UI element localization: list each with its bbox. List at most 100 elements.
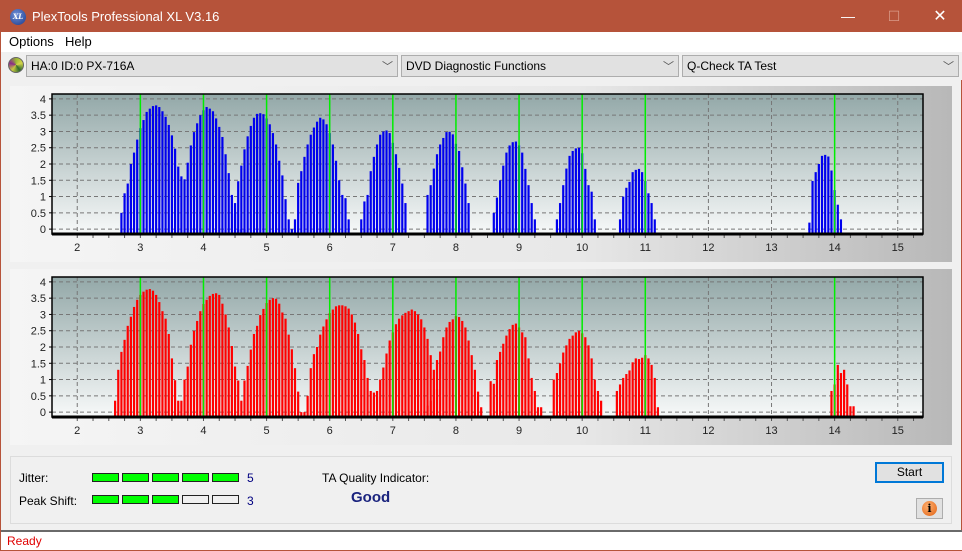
x-tick-label: 14	[829, 425, 841, 437]
bar	[360, 349, 363, 417]
y-tick-label: 1.5	[31, 358, 46, 370]
bar	[158, 302, 161, 417]
bar	[398, 167, 401, 234]
bar	[353, 322, 357, 417]
bar	[215, 118, 218, 234]
bar	[852, 406, 855, 417]
bar	[297, 182, 300, 234]
bar	[830, 170, 833, 234]
bar	[555, 373, 559, 417]
bar	[256, 113, 259, 234]
status-bar: Ready	[1, 530, 962, 550]
bar	[120, 212, 123, 234]
bar	[341, 194, 344, 234]
bar	[379, 379, 382, 417]
y-tick-label: 0.5	[31, 208, 46, 220]
bar	[574, 148, 577, 234]
bar	[843, 369, 846, 417]
function-group-select[interactable]: DVD Diagnostic Functions ﹀	[401, 55, 679, 77]
gauge-segment	[152, 495, 179, 504]
y-tick-label: 3.5	[31, 293, 46, 305]
bar	[309, 134, 312, 234]
bar	[618, 384, 622, 417]
bar	[271, 133, 275, 234]
start-button[interactable]: Start	[875, 462, 944, 483]
x-tick-label: 5	[264, 425, 270, 437]
bar	[398, 318, 401, 417]
bar	[385, 353, 388, 417]
bar	[527, 358, 530, 417]
bar	[243, 380, 246, 417]
bar	[325, 319, 328, 417]
bar	[568, 338, 571, 417]
device-select[interactable]: HA:0 ID:0 PX-716A ﹀	[26, 55, 398, 77]
bar	[628, 370, 631, 417]
bar	[145, 111, 148, 234]
jitter-label: Jitter:	[19, 471, 49, 485]
bar	[445, 327, 448, 417]
bar	[126, 183, 129, 234]
gauge-segment	[182, 495, 209, 504]
test-select[interactable]: Q-Check TA Test ﹀	[682, 55, 959, 77]
maximize-button[interactable]: ☐	[871, 1, 917, 32]
bar	[480, 407, 483, 417]
bar	[126, 325, 129, 417]
bar	[167, 124, 170, 234]
bar	[530, 377, 533, 417]
info-icon: i	[922, 501, 937, 516]
bar	[278, 303, 281, 417]
bar	[650, 364, 653, 417]
x-tick-label: 14	[829, 242, 841, 254]
bar	[319, 334, 322, 417]
bar	[372, 156, 375, 234]
bar	[432, 377, 435, 417]
x-tick-label: 12	[702, 425, 714, 437]
bar	[839, 219, 843, 234]
bar	[211, 111, 215, 234]
bar	[284, 199, 287, 234]
bar	[363, 360, 366, 417]
ta-quality-value: Good	[351, 489, 391, 506]
close-button[interactable]: ✕	[917, 1, 962, 32]
y-tick-label: 2	[40, 159, 46, 171]
y-tick-label: 0	[40, 224, 46, 236]
bar	[653, 219, 656, 234]
bar	[205, 107, 208, 234]
bar	[464, 327, 467, 417]
y-tick-label: 4	[40, 277, 46, 289]
bar	[562, 185, 565, 234]
bar	[587, 345, 590, 417]
bar	[170, 358, 174, 417]
bar	[600, 400, 603, 417]
bar	[290, 229, 293, 234]
bar	[394, 324, 398, 417]
bar	[435, 360, 439, 417]
bar	[274, 298, 278, 417]
bar	[306, 395, 309, 417]
bar	[293, 368, 297, 417]
minimize-button[interactable]: —	[825, 1, 871, 32]
bar	[290, 349, 293, 417]
info-button[interactable]: i	[916, 498, 943, 519]
bar	[808, 222, 811, 234]
bar	[246, 136, 249, 234]
menu-help[interactable]: Help	[65, 34, 92, 49]
bar	[577, 147, 581, 234]
x-tick-label: 15	[892, 242, 904, 254]
bar	[297, 391, 300, 417]
bar	[464, 183, 467, 234]
bar	[514, 141, 518, 234]
menu-options[interactable]: Options	[9, 34, 54, 49]
bar	[495, 197, 499, 234]
bar	[521, 152, 524, 234]
bar	[571, 150, 574, 234]
y-tick-label: 0.5	[31, 391, 46, 403]
bar	[508, 329, 511, 417]
bar	[524, 337, 527, 417]
bar	[830, 390, 833, 417]
bar	[511, 324, 514, 417]
bar	[814, 172, 817, 234]
bar	[451, 319, 454, 417]
bar	[325, 124, 328, 234]
bar	[186, 366, 189, 417]
